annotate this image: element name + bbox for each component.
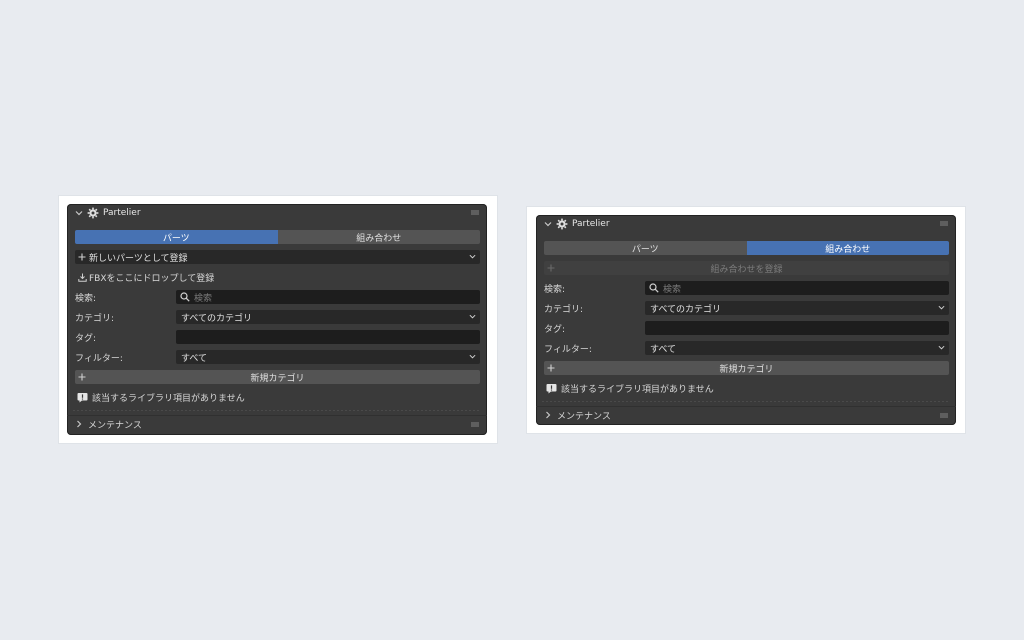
panel-header[interactable]: Partelier — [67, 204, 487, 221]
partelier-panel-combinations: Partelier パーツ 組み合わせ 組み合わせを登録 検索: 検索 カテゴリ… — [536, 215, 956, 425]
drag-handle[interactable] — [940, 221, 948, 226]
new-category-button[interactable]: 新規カテゴリ — [544, 361, 949, 375]
chevron-right-icon[interactable] — [543, 410, 553, 420]
chevron-down-icon[interactable] — [543, 219, 553, 229]
plus-icon — [75, 373, 89, 381]
empty-message: 該当するライブラリ項目がありません — [75, 390, 245, 404]
category-select[interactable]: すべてのカテゴリ — [645, 301, 949, 315]
fbx-drop-label: FBXをここにドロップして登録 — [89, 273, 215, 284]
filter-select[interactable]: すべて — [645, 341, 949, 355]
tab-parts[interactable]: パーツ — [75, 230, 278, 244]
empty-message-text: 該当するライブラリ項目がありません — [92, 393, 245, 404]
search-icon — [649, 283, 659, 293]
gear-icon — [556, 218, 568, 230]
tab-combinations[interactable]: 組み合わせ — [746, 241, 949, 255]
category-label: カテゴリ: — [544, 304, 584, 315]
tag-input[interactable] — [645, 321, 949, 335]
new-category-label: 新規カテゴリ — [719, 364, 774, 375]
register-new-part-label: 新しいパーツとして登録 — [89, 253, 188, 264]
register-combination-button[interactable]: 組み合わせを登録 — [544, 261, 949, 275]
search-icon — [180, 292, 190, 302]
category-select[interactable]: すべてのカテゴリ — [176, 310, 480, 324]
maintenance-subpanel-header[interactable]: メンテナンス — [67, 415, 487, 432]
divider — [542, 401, 950, 402]
right-screenshot-card: Partelier パーツ 組み合わせ 組み合わせを登録 検索: 検索 カテゴリ… — [527, 207, 965, 433]
category-label: カテゴリ: — [75, 313, 115, 324]
filter-label: フィルター: — [75, 353, 123, 364]
chevron-down-icon — [469, 353, 476, 362]
drag-handle[interactable] — [471, 210, 479, 215]
maintenance-title: メンテナンス — [557, 411, 611, 422]
search-label: 検索: — [544, 284, 566, 295]
chevron-down-icon — [938, 304, 945, 313]
register-new-part-dropdown[interactable]: 新しいパーツとして登録 — [75, 250, 480, 264]
partelier-panel-parts: Partelier パーツ 組み合わせ 新しいパーツとして登録 FBXをここにド… — [67, 204, 487, 435]
tag-label: タグ: — [544, 324, 566, 335]
gear-icon — [87, 207, 99, 219]
plus-icon — [544, 264, 558, 272]
info-icon — [75, 392, 89, 403]
maintenance-title: メンテナンス — [88, 420, 142, 431]
panel-title: Partelier — [572, 218, 610, 229]
chevron-down-icon — [469, 253, 476, 262]
plus-icon — [75, 253, 89, 261]
drag-handle[interactable] — [940, 413, 948, 418]
mode-tabs: パーツ 組み合わせ — [75, 230, 480, 244]
plus-icon — [544, 364, 558, 372]
filter-value: すべて — [181, 353, 208, 364]
tab-combinations[interactable]: 組み合わせ — [277, 230, 480, 244]
filter-select[interactable]: すべて — [176, 350, 480, 364]
maintenance-subpanel-header[interactable]: メンテナンス — [536, 406, 956, 423]
chevron-down-icon[interactable] — [74, 208, 84, 218]
filter-label: フィルター: — [544, 344, 592, 355]
left-screenshot-card: Partelier パーツ 組み合わせ 新しいパーツとして登録 FBXをここにド… — [59, 196, 497, 443]
empty-message: 該当するライブラリ項目がありません — [544, 381, 714, 395]
panel-title: Partelier — [103, 207, 141, 218]
filter-value: すべて — [650, 344, 677, 355]
category-value: すべてのカテゴリ — [650, 304, 722, 315]
tag-label: タグ: — [75, 333, 97, 344]
search-placeholder: 検索 — [194, 293, 213, 304]
new-category-label: 新規カテゴリ — [250, 373, 305, 384]
search-label: 検索: — [75, 293, 97, 304]
fbx-drop-zone[interactable]: FBXをここにドロップして登録 — [75, 270, 480, 284]
mode-tabs: パーツ 組み合わせ — [544, 241, 949, 255]
search-input[interactable]: 検索 — [176, 290, 480, 304]
download-icon — [75, 273, 89, 282]
new-category-button[interactable]: 新規カテゴリ — [75, 370, 480, 384]
tab-parts[interactable]: パーツ — [544, 241, 747, 255]
search-input[interactable]: 検索 — [645, 281, 949, 295]
search-placeholder: 検索 — [663, 284, 682, 295]
drag-handle[interactable] — [471, 422, 479, 427]
chevron-down-icon — [938, 344, 945, 353]
chevron-down-icon — [469, 313, 476, 322]
register-combination-label: 組み合わせを登録 — [710, 264, 783, 275]
divider — [73, 410, 481, 411]
category-value: すべてのカテゴリ — [181, 313, 253, 324]
tag-input[interactable] — [176, 330, 480, 344]
chevron-right-icon[interactable] — [74, 419, 84, 429]
info-icon — [544, 383, 558, 394]
empty-message-text: 該当するライブラリ項目がありません — [561, 384, 714, 395]
panel-header[interactable]: Partelier — [536, 215, 956, 232]
